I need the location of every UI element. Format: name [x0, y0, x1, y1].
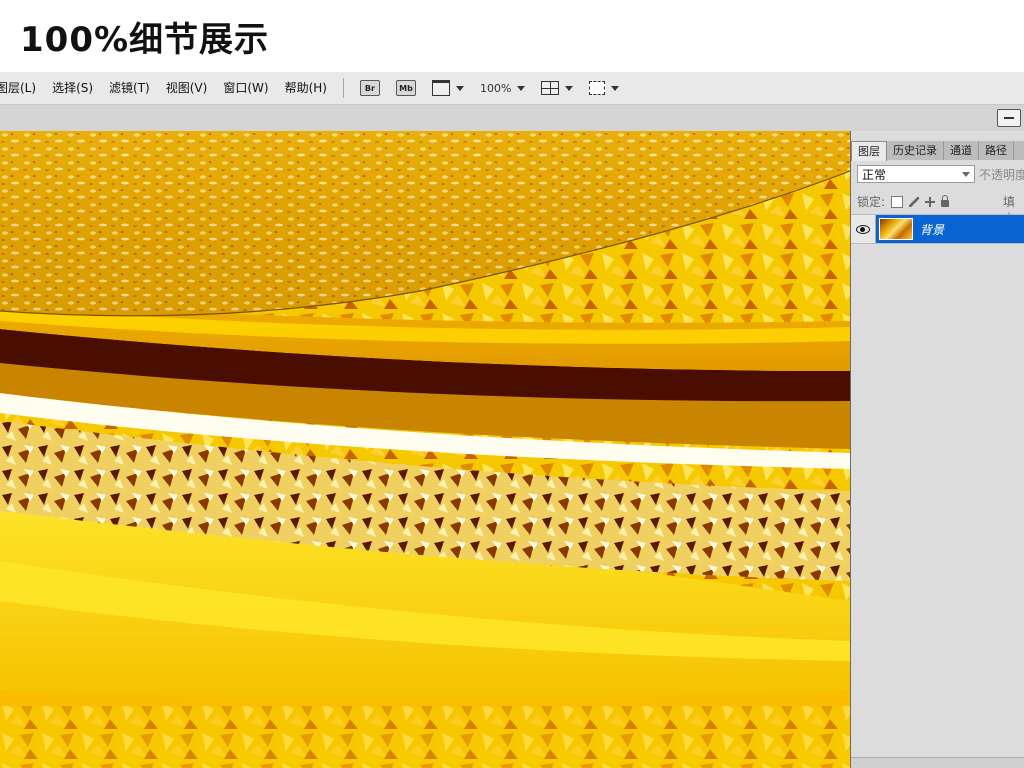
blend-row: 正常 不透明度	[857, 165, 1024, 183]
banner: 100%细节展示	[0, 0, 1024, 72]
panel-tabs: 图层 历史记录 通道 路径	[851, 141, 1024, 161]
layers-panel: 图层 历史记录 通道 路径 正常 不透明度 锁定: 填充 背景	[850, 131, 1024, 768]
lock-label: 锁定:	[857, 195, 886, 209]
bridge-button[interactable]: Br	[359, 80, 380, 96]
layer-visibility-toggle[interactable]	[851, 215, 876, 243]
menu-view[interactable]: 视图(V)	[158, 72, 216, 104]
blend-mode-select[interactable]: 正常	[857, 165, 975, 183]
menu-separator	[342, 78, 344, 98]
chevron-down-icon	[455, 85, 464, 91]
eye-icon	[856, 224, 870, 234]
canvas-artwork	[0, 131, 850, 768]
lock-image-pixels-icon[interactable]	[909, 196, 920, 207]
menu-window[interactable]: 窗口(W)	[215, 72, 276, 104]
lock-all-icon[interactable]	[941, 195, 950, 207]
menu-bar: 图层(L) 选择(S) 滤镜(T) 视图(V) 窗口(W) 帮助(H) Br M…	[0, 72, 1024, 105]
opacity-label: 不透明度	[979, 167, 1024, 182]
lock-transparent-pixels-icon[interactable]	[891, 195, 904, 208]
chevron-down-icon	[565, 85, 574, 91]
options-bar	[0, 105, 1024, 132]
collapse-panels-button[interactable]	[997, 109, 1021, 127]
layer-name: 背景	[920, 223, 945, 237]
screen-mode-icon	[589, 81, 606, 95]
layer-thumbnail	[879, 218, 913, 240]
panel-footer	[851, 757, 1024, 768]
layer-selected[interactable]: 背景	[876, 215, 1024, 243]
document-canvas[interactable]	[0, 131, 850, 768]
mini-bridge-button[interactable]: Mb	[395, 80, 416, 96]
menu-help[interactable]: 帮助(H)	[277, 72, 335, 104]
tab-history[interactable]: 历史记录	[887, 141, 944, 160]
view-extras-dropdown[interactable]	[431, 72, 464, 104]
tab-layers[interactable]: 图层	[851, 141, 887, 161]
tab-channels[interactable]: 通道	[944, 141, 979, 160]
screen-mode-dropdown[interactable]	[589, 72, 620, 104]
menu-select[interactable]: 选择(S)	[44, 72, 101, 104]
menu-layer[interactable]: 图层(L)	[0, 72, 44, 104]
view-extras-icon	[431, 80, 450, 96]
arrange-grid-icon	[541, 81, 560, 95]
bottom-shards	[0, 706, 850, 768]
zoom-level: 100%	[479, 81, 512, 95]
lock-position-icon[interactable]	[925, 196, 936, 207]
arrange-documents-dropdown[interactable]	[541, 72, 574, 104]
lock-row: 锁定:	[857, 193, 950, 210]
tab-paths[interactable]: 路径	[979, 141, 1014, 160]
menu-filter[interactable]: 滤镜(T)	[101, 72, 158, 104]
chevron-down-icon	[611, 85, 620, 91]
banner-title: 100%细节展示	[20, 20, 270, 60]
chevron-down-icon	[517, 85, 526, 91]
zoom-dropdown[interactable]: 100%	[479, 72, 526, 104]
layer-row[interactable]: 背景	[851, 214, 1024, 244]
